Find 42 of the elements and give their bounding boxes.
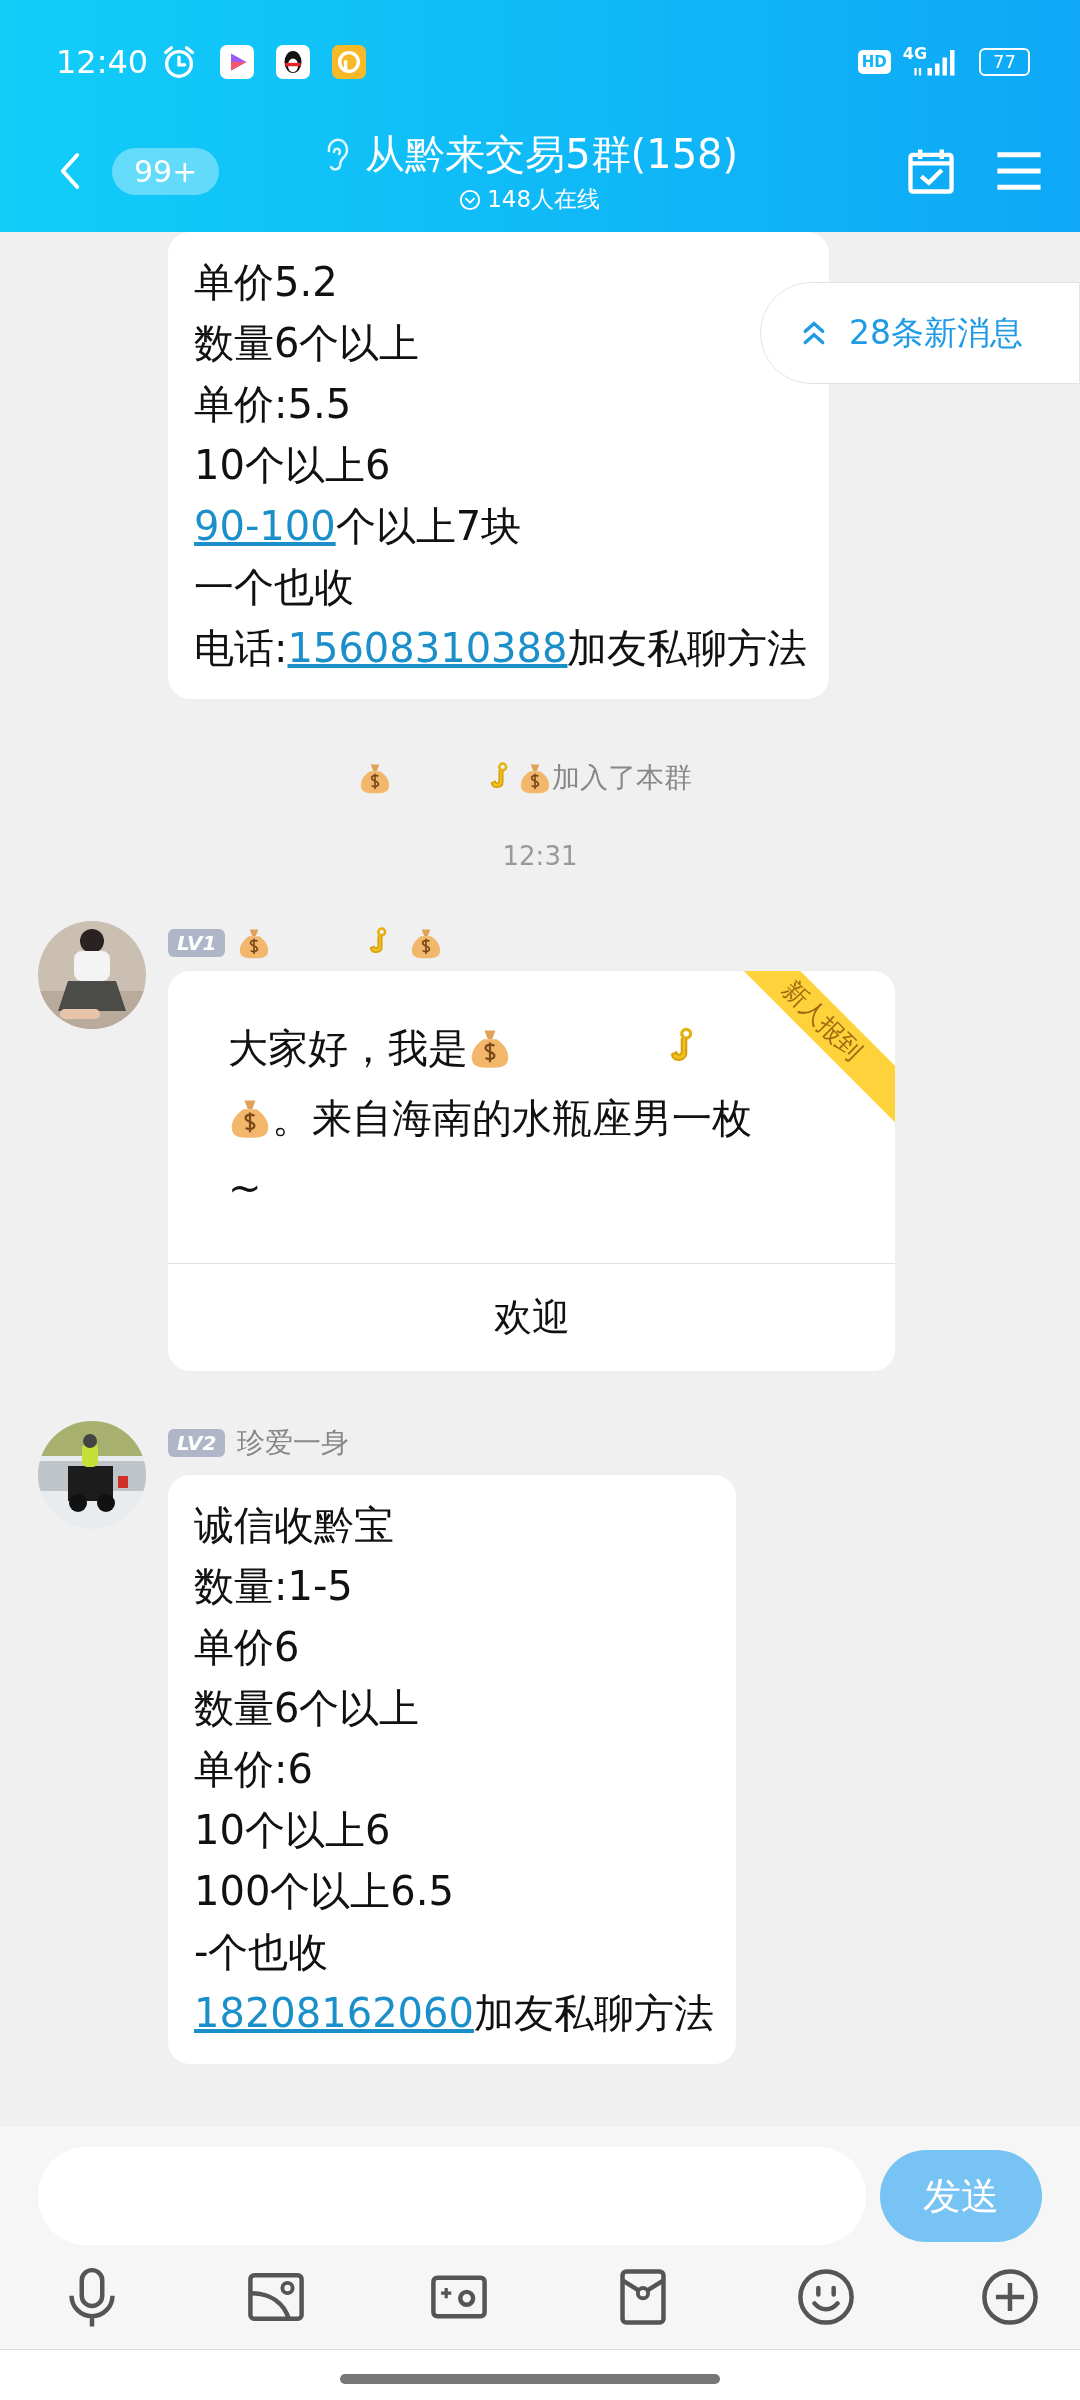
- message-text: 个以上7块: [335, 502, 522, 551]
- message-text: 10个以上6: [194, 441, 391, 490]
- sender-name: 珍爱一身: [237, 1425, 350, 1461]
- hd-badge: HD: [857, 50, 891, 74]
- message-text: 100个以上6.5: [194, 1867, 454, 1916]
- message-text: 数量:1-5: [194, 1562, 353, 1611]
- money-bag-icon: [518, 761, 552, 795]
- message-text: 单价5.2: [194, 258, 338, 307]
- message-text: 一个也收: [194, 563, 354, 612]
- message-text: 单价:5.5: [194, 380, 352, 429]
- system-notice: 加入了本群: [552, 760, 692, 796]
- message-text: ~: [228, 1164, 262, 1213]
- message-link[interactable]: 90-100: [194, 496, 336, 557]
- message-text: 10个以上6: [194, 1806, 391, 1855]
- message-link[interactable]: 15608310388: [287, 618, 568, 679]
- welcome-button[interactable]: 欢迎: [168, 1263, 895, 1371]
- level-badge: LV2: [168, 1429, 226, 1457]
- video-app-icon: [220, 45, 255, 79]
- penguin-app-icon: [276, 45, 311, 79]
- group-title: 从黔来交易5群(158): [365, 130, 739, 179]
- level-badge: LV1: [168, 929, 226, 957]
- message-text: 诚信收黔宝: [194, 1501, 394, 1550]
- status-time: 12:40: [56, 43, 149, 81]
- message-text: 电话:: [194, 624, 288, 673]
- message-text: 加友私聊方法: [567, 624, 808, 673]
- chevron-circle-icon: [459, 188, 482, 211]
- message-time: 12:31: [502, 841, 578, 871]
- message-text: 。来自海南的水瓶座男一枚: [272, 1094, 752, 1143]
- message-text: 单价6: [194, 1623, 300, 1672]
- message-text: 单价:6: [194, 1745, 313, 1794]
- online-count: 148人在线: [487, 185, 601, 214]
- network-label: 4G: [902, 43, 928, 63]
- money-bag-icon: [358, 761, 392, 795]
- message-text: 加友私聊方法: [473, 1989, 714, 2038]
- battery-indicator: 77: [979, 48, 1030, 76]
- new-messages-pill[interactable]: 28条新消息: [760, 282, 1080, 384]
- message-text: 大家好，我是: [228, 1024, 468, 1073]
- message-text: -个也收: [194, 1928, 329, 1977]
- message-text: 数量6个以上: [194, 319, 420, 368]
- app-icon: [332, 45, 367, 79]
- message-text: 数量6个以上: [194, 1684, 420, 1733]
- message-link[interactable]: 18208162060: [194, 1983, 474, 2044]
